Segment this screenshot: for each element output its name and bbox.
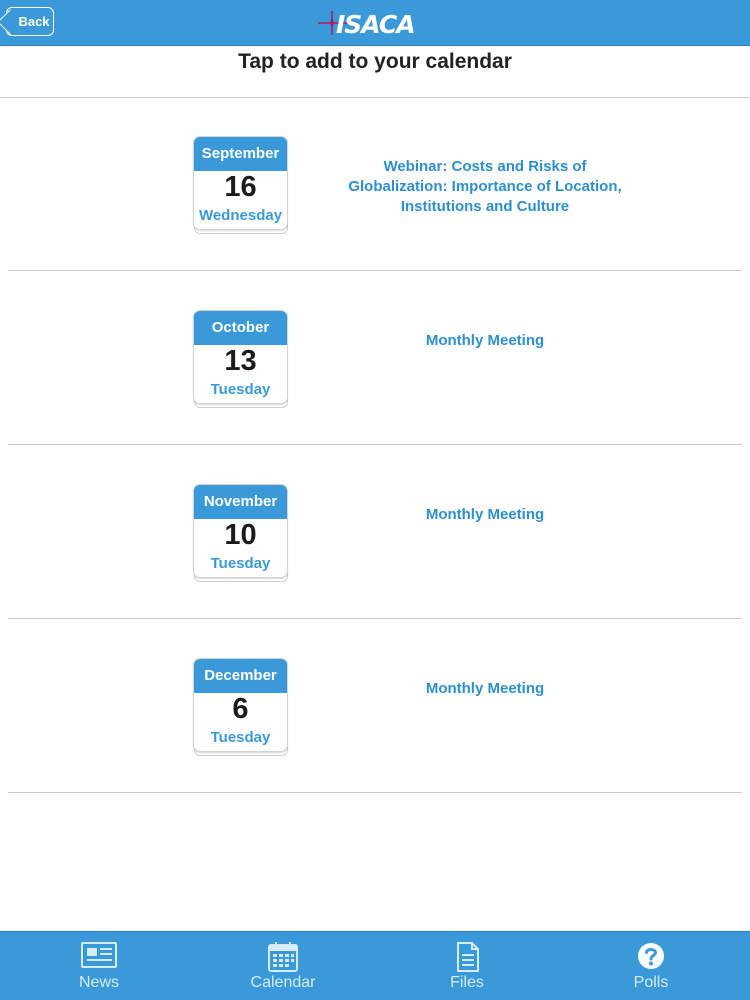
- app-header: Back ISACA: [0, 0, 750, 46]
- event-title[interactable]: Monthly Meeting: [345, 331, 625, 351]
- event-row[interactable]: December 6 Tuesday Monthly Meeting: [0, 619, 750, 793]
- event-month: October: [194, 311, 287, 345]
- calendar-icon: [268, 942, 298, 972]
- page-title: Tap to add to your calendar: [238, 50, 512, 73]
- back-button-label: Back: [18, 14, 50, 29]
- event-day: 10: [224, 519, 257, 551]
- calendar-date-icon: December 6 Tuesday: [193, 658, 288, 756]
- event-row[interactable]: September 16 Wednesday Webinar: Costs an…: [0, 98, 750, 272]
- event-day: 6: [232, 693, 249, 725]
- event-month: September: [194, 137, 287, 171]
- event-title[interactable]: Monthly Meeting: [345, 505, 625, 525]
- event-row[interactable]: October 13 Tuesday Monthly Meeting: [0, 271, 750, 445]
- calendar-date-icon: September 16 Wednesday: [193, 136, 288, 234]
- tab-polls[interactable]: Polls: [576, 932, 726, 1000]
- isaca-logo: ISACA: [318, 8, 428, 39]
- event-weekday: Tuesday: [210, 381, 271, 398]
- newspaper-icon: [81, 942, 117, 968]
- event-title[interactable]: Webinar: Costs and Risks of Globalizatio…: [345, 157, 625, 217]
- tab-bar: News Calendar Files Polls: [0, 931, 750, 1000]
- event-day: 16: [224, 171, 257, 203]
- event-day: 13: [224, 345, 257, 377]
- document-icon: [457, 942, 479, 972]
- event-weekday: Tuesday: [210, 555, 271, 572]
- tab-news-label: News: [78, 974, 119, 991]
- tab-polls-label: Polls: [633, 974, 669, 991]
- calendar-date-icon: November 10 Tuesday: [193, 484, 288, 582]
- calendar-date-icon: October 13 Tuesday: [193, 310, 288, 408]
- event-month: December: [194, 659, 287, 693]
- question-circle-icon: [638, 943, 664, 969]
- event-weekday: Wednesday: [198, 207, 283, 224]
- tab-files[interactable]: Files: [392, 932, 542, 1000]
- event-weekday: Tuesday: [210, 729, 271, 746]
- back-button[interactable]: Back: [6, 7, 54, 36]
- tab-calendar-label: Calendar: [250, 974, 316, 991]
- tab-files-label: Files: [450, 974, 484, 991]
- event-month: November: [194, 485, 287, 519]
- event-title[interactable]: Monthly Meeting: [345, 679, 625, 699]
- tab-calendar[interactable]: Calendar: [208, 932, 358, 1000]
- tab-news[interactable]: News: [24, 932, 174, 1000]
- logo-text: ISACA: [336, 10, 416, 39]
- event-row[interactable]: November 10 Tuesday Monthly Meeting: [0, 445, 750, 619]
- event-divider: [8, 792, 742, 793]
